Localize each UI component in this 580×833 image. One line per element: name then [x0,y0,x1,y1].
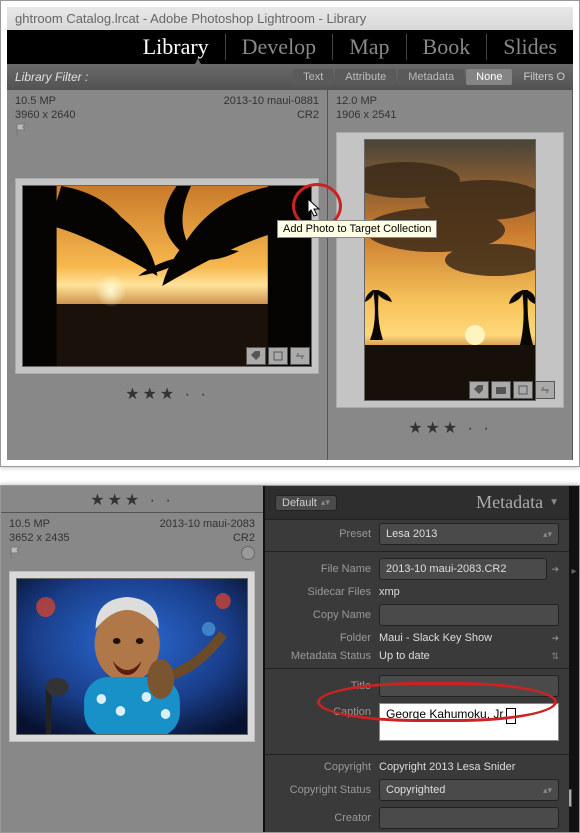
rating-stars[interactable]: ★★★ · · [1,486,263,513]
thumbnail[interactable] [9,571,255,742]
filter-label: Library Filter : [15,70,88,84]
copyright-label: Copyright [275,761,379,773]
resolve-icon[interactable]: ⇅ [551,651,559,662]
module-book[interactable]: Book [406,34,487,60]
thumb-megapixels: 12.0 MP [336,95,377,107]
panel-toggle-icon[interactable]: ▲ [193,56,203,67]
preset-select[interactable]: Lesa 2013▴▾ [379,523,559,545]
collapse-icon[interactable]: ▼ [549,497,559,508]
sidecar-label: Sidecar Files [275,586,379,598]
tooltip: Add Photo to Target Collection [277,220,437,238]
filename-field[interactable]: 2013-10 maui-2083.CR2 [379,558,547,580]
thumb-dimensions: 3960 x 2640 [15,109,76,121]
thumb-megapixels: 10.5 MP [15,95,56,107]
filename-label: File Name [275,563,379,575]
caption-field[interactable]: George Kahumoku, Jr. [379,703,559,741]
thumbnail[interactable] [15,178,319,374]
window-title: ghtroom Catalog.lrcat - Adobe Photoshop … [7,7,573,30]
thumb-extension: CR2 [297,109,319,121]
filter-none[interactable]: None [466,69,512,85]
title-field[interactable] [379,675,559,697]
sidecar-value: xmp [379,586,559,598]
metadata-status-label: Metadata Status [275,650,379,662]
keywords-badge-icon[interactable] [246,347,266,365]
panel-title[interactable]: Metadata▼ [476,492,559,513]
filters-off[interactable]: Filters O [523,71,565,83]
metadata-status-value: Up to date [379,650,547,662]
thumb-filename: 2013-10 maui-2083 [160,518,255,530]
module-map[interactable]: Map [332,34,405,60]
metadata-panel: Default▴▾ Metadata▼ Preset Lesa 2013▴▾ F… [263,486,569,832]
module-slideshow[interactable]: Slides [486,34,573,60]
text-cursor-icon [506,708,516,724]
goto-icon[interactable]: ➜ [551,633,559,644]
copyname-field[interactable] [379,604,559,626]
module-library[interactable]: Library [127,34,225,60]
crop-badge-icon[interactable] [513,381,533,399]
creator-field[interactable] [379,807,559,829]
library-filter-bar: Library Filter : Text Attribute Metadata… [7,64,573,90]
preset-label: Preset [275,528,379,540]
creator-label: Creator [275,812,379,824]
thumb-dimensions: 1906 x 2541 [336,109,397,121]
copyname-label: Copy Name [275,609,379,621]
thumb-filename: 2013-10 maui-0881 [224,95,319,107]
folder-value: Maui - Slack Key Show [379,632,547,644]
goto-icon[interactable]: ➜ [551,564,559,575]
filter-metadata[interactable]: Metadata [398,69,464,85]
grid-cell[interactable]: 10.5 MP 2013-10 maui-0881 3960 x 2640 CR… [7,90,328,460]
copyright-status-label: Copyright Status [275,784,379,796]
copyright-status-select[interactable]: Copyrighted▴▾ [379,779,559,801]
cursor-icon [307,198,323,221]
copyright-value[interactable]: Copyright 2013 Lesa Snider [379,761,559,773]
expand-icon[interactable]: ▸ [569,566,579,577]
right-panel-edge[interactable]: ▸ [569,486,579,832]
crop-badge-icon[interactable] [268,347,288,365]
target-collection-dot-icon[interactable] [241,546,255,560]
grid-view[interactable]: 10.5 MP 2013-10 maui-0881 3960 x 2640 CR… [7,90,573,460]
photo-musician [17,579,247,734]
filter-text[interactable]: Text [293,69,333,85]
module-develop[interactable]: Develop [225,34,333,60]
develop-badge-icon[interactable] [290,347,310,365]
photo-clouds-sunset [365,140,535,400]
flag-icon[interactable] [15,123,29,137]
caption-label: Caption [275,703,379,718]
grid-cell[interactable]: 12.0 MP 1906 x 2541 [328,90,573,460]
module-picker: ▲ Library Develop Map Book Slides [7,30,573,64]
filter-attribute[interactable]: Attribute [335,69,396,85]
metadata-set-select[interactable]: Default▴▾ [275,495,337,511]
develop-badge-icon[interactable] [535,381,555,399]
rating-stars[interactable]: ★★★ · · [7,380,327,406]
title-label: Title [275,680,379,692]
thumbnail[interactable] [336,132,564,408]
collection-badge-icon[interactable] [491,381,511,399]
keywords-badge-icon[interactable] [469,381,489,399]
thumb-extension: CR2 [233,532,255,544]
thumb-megapixels: 10.5 MP [9,518,50,530]
folder-label: Folder [275,632,379,644]
photo-palm-sunset [23,186,311,366]
thumb-dimensions: 3652 x 2435 [9,532,70,544]
flag-icon[interactable] [9,546,23,560]
rating-stars[interactable]: ★★★ · · [328,414,572,440]
